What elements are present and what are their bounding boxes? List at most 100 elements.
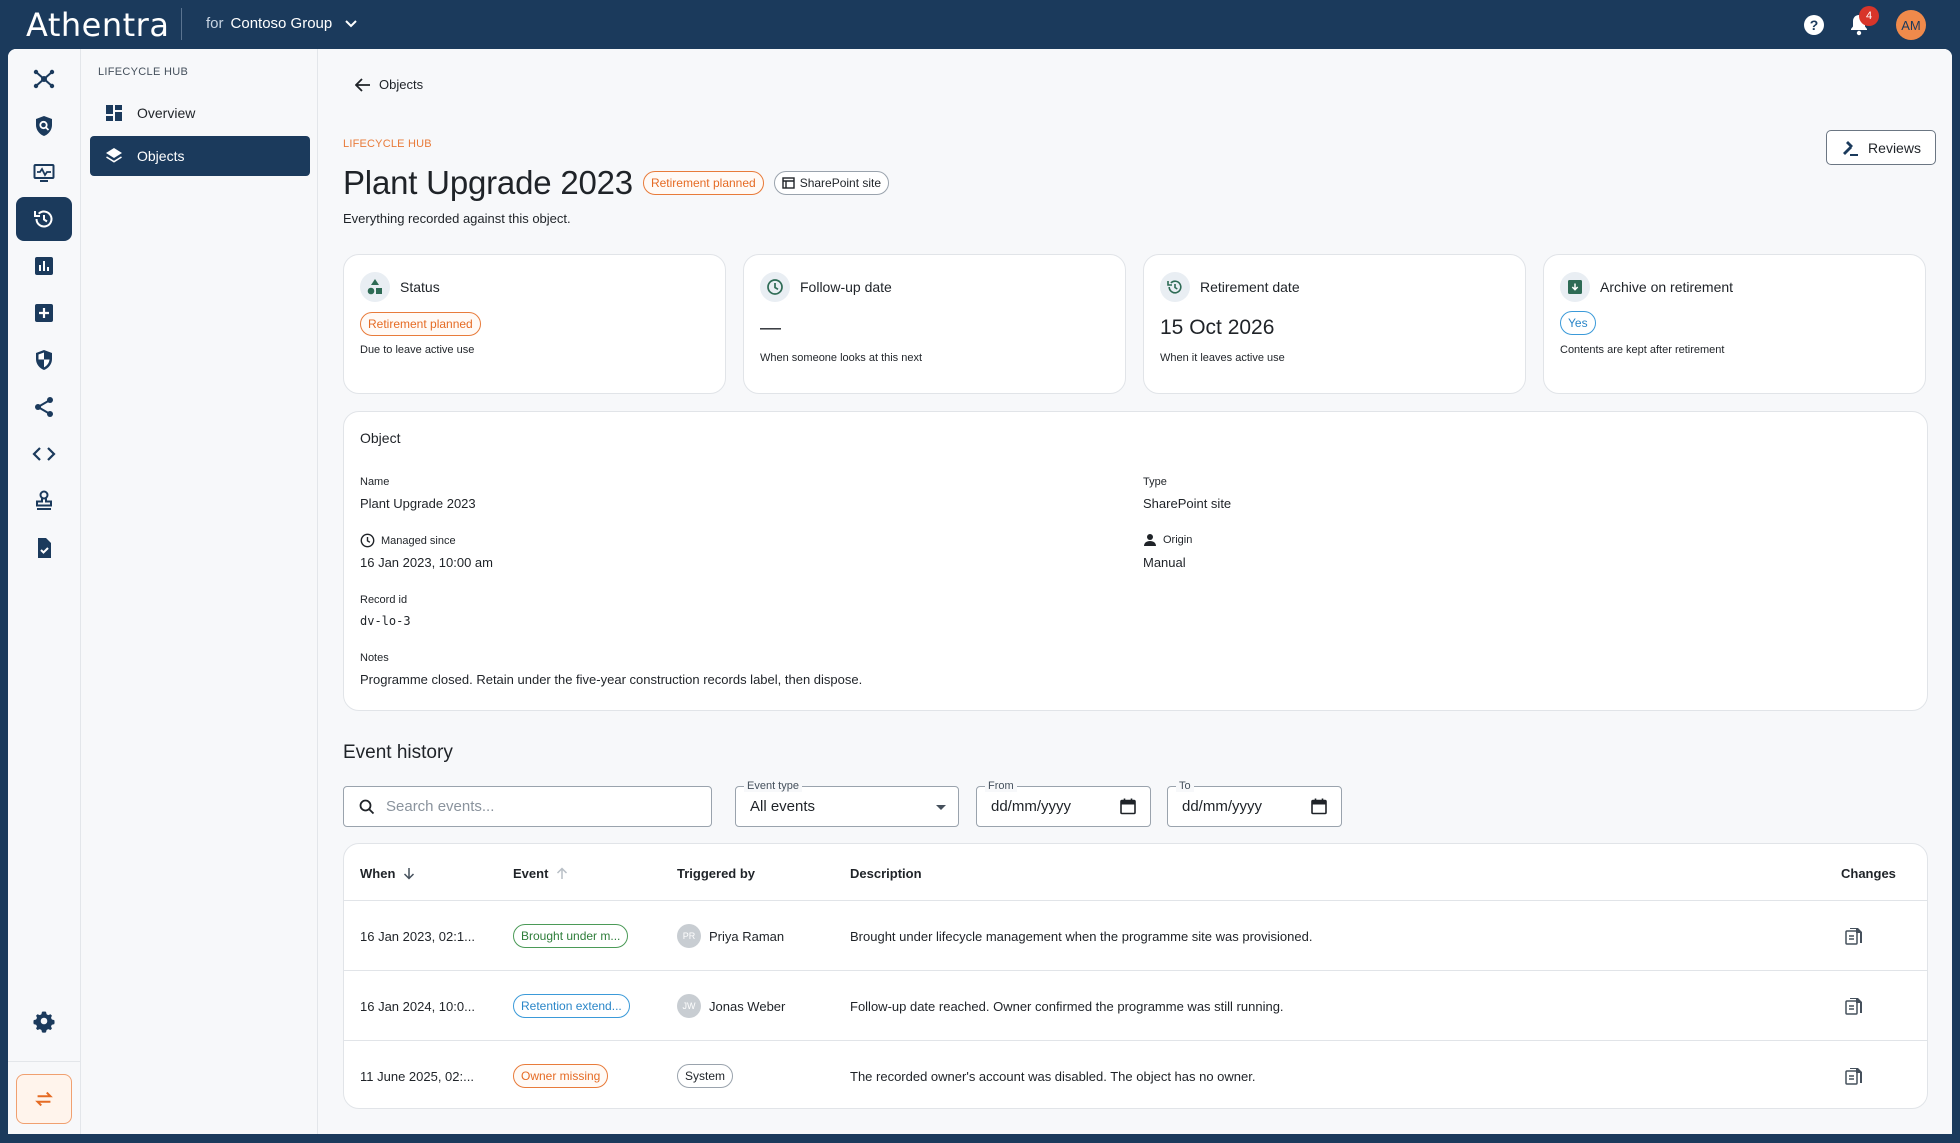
user-name: Priya Raman [709, 928, 785, 944]
bar-chart-icon[interactable] [16, 244, 72, 288]
shield-search-icon[interactable] [16, 104, 72, 148]
hub-icon[interactable] [16, 57, 72, 101]
history-icon [1160, 272, 1190, 302]
reviews-label: Reviews [1868, 139, 1921, 156]
followup-card: Follow-up date — When someone looks at t… [743, 254, 1126, 394]
name-label: Name [360, 476, 390, 488]
calendar-icon[interactable] [1311, 798, 1327, 815]
from-label: From [985, 780, 1017, 792]
column-header-event[interactable]: Event [513, 866, 568, 881]
task-icon[interactable] [16, 526, 72, 570]
notes-value: Programme closed. Retain under the five-… [360, 672, 863, 687]
cell-triggered-by: System [677, 1041, 734, 1111]
share-icon[interactable] [16, 385, 72, 429]
side-nav: LIFECYCLE HUB Overview Objects [82, 49, 318, 1134]
title-row: Plant Upgrade 2023 Retirement planned Sh… [343, 164, 890, 202]
cell-triggered-by: JW Jonas Weber [677, 971, 785, 1041]
retirement-card-value: 15 Oct 2026 [1160, 316, 1275, 339]
event-type-label: Event type [744, 780, 802, 792]
sidebar-item-label: Overview [137, 105, 196, 121]
table-row[interactable]: 16 Jan 2024, 10:0... Retention extend...… [344, 970, 1927, 1040]
archive-card-badge: Yes [1560, 311, 1596, 335]
security-icon[interactable] [16, 338, 72, 382]
followup-card-value: — [760, 316, 781, 339]
retirement-card-note: When it leaves active use [1160, 352, 1285, 364]
app-frame: LIFECYCLE HUB Overview Objects Objects L… [8, 49, 1952, 1134]
status-card: Status Retirement planned Due to leave a… [343, 254, 726, 394]
search-input[interactable]: Search events... [343, 786, 712, 827]
to-date-field[interactable]: To dd/mm/yyyy [1167, 780, 1342, 827]
cell-description: Follow-up date reached. Owner confirmed … [850, 998, 1284, 1014]
add-box-icon[interactable] [16, 291, 72, 335]
svg-text:?: ? [1810, 17, 1819, 33]
table-row[interactable]: 11 June 2025, 02:... Owner missing Syste… [344, 1040, 1927, 1110]
divider [181, 8, 182, 40]
event-badge: Brought under m... [513, 924, 629, 948]
table-row[interactable]: 16 Jan 2023, 02:1... Brought under m... … [344, 900, 1927, 970]
tenant-name: Contoso Group [230, 15, 333, 32]
event-type-select[interactable]: Event type All events [735, 780, 959, 827]
side-nav-title: LIFECYCLE HUB [98, 66, 189, 78]
sidebar-item-label: Objects [137, 148, 185, 164]
code-icon[interactable] [16, 432, 72, 476]
type-label: Type [1143, 476, 1167, 488]
calendar-icon[interactable] [1120, 798, 1136, 815]
from-value: dd/mm/yyyy [991, 798, 1072, 815]
sidebar-item-overview[interactable]: Overview [90, 93, 310, 133]
stamp-icon[interactable] [16, 479, 72, 523]
type-badge-label: SharePoint site [799, 176, 882, 190]
gavel-icon [1843, 140, 1859, 156]
record-label: Record id [360, 594, 408, 606]
followup-card-note: When someone looks at this next [760, 352, 923, 364]
help-icon[interactable]: ? [1802, 13, 1826, 37]
status-badge: Retirement planned [642, 171, 764, 195]
eyebrow: LIFECYCLE HUB [343, 138, 432, 150]
sidebar-item-objects[interactable]: Objects [90, 136, 310, 176]
managed-value: 16 Jan 2023, 10:00 am [360, 555, 493, 570]
swap-icon[interactable] [16, 1074, 72, 1124]
cell-description: The recorded owner's account was disable… [850, 1068, 1256, 1084]
changes-icon[interactable] [1844, 926, 1864, 946]
page-subtitle: Everything recorded against this object. [343, 211, 571, 226]
caret-down-icon [936, 805, 946, 810]
event-badge: Owner missing [513, 1064, 609, 1088]
column-header-when[interactable]: When [360, 866, 415, 881]
followup-card-label: Follow-up date [800, 279, 892, 295]
settings-icon[interactable] [16, 999, 72, 1043]
object-card-title: Object [360, 430, 401, 446]
from-date-field[interactable]: From dd/mm/yyyy [976, 780, 1151, 827]
changes-icon[interactable] [1844, 996, 1864, 1016]
monitor-icon[interactable] [16, 151, 72, 195]
event-type-value: All events [750, 798, 816, 815]
reviews-button[interactable]: Reviews [1826, 130, 1936, 165]
avatar: JW [677, 994, 701, 1018]
back-link[interactable]: Objects [355, 77, 423, 92]
column-header-triggered-by[interactable]: Triggered by [677, 866, 755, 881]
retirement-card: Retirement date 15 Oct 2026 When it leav… [1143, 254, 1526, 394]
object-card: Object Name Plant Upgrade 2023 Managed s… [343, 411, 1928, 711]
user-name: Jonas Weber [709, 998, 786, 1014]
tenant-switcher[interactable]: for Contoso Group [206, 15, 357, 32]
arrow-left-icon [355, 77, 370, 92]
clock-icon [760, 272, 790, 302]
status-card-label: Status [400, 279, 440, 295]
changes-icon[interactable] [1844, 1066, 1864, 1086]
site-icon [781, 177, 795, 189]
cell-when: 16 Jan 2023, 02:1... [360, 928, 475, 944]
event-table: When Event Triggered by Description Chan… [343, 843, 1928, 1109]
app-logo[interactable]: Athentra [26, 6, 169, 44]
user-avatar[interactable]: AM [1896, 10, 1926, 40]
cell-when: 11 June 2025, 02:... [360, 1068, 474, 1084]
arrow-up-icon [557, 867, 568, 879]
search-placeholder: Search events... [386, 798, 495, 815]
clock-icon [360, 533, 375, 548]
rail-divider [8, 1061, 81, 1062]
to-label: To [1176, 780, 1194, 792]
column-header-description[interactable]: Description [850, 866, 922, 881]
retirement-card-label: Retirement date [1200, 279, 1300, 295]
name-value: Plant Upgrade 2023 [360, 496, 476, 511]
type-value: SharePoint site [1143, 496, 1232, 511]
back-label: Objects [379, 77, 424, 92]
archive-card-note: Contents are kept after retirement [1560, 344, 1725, 356]
history-icon[interactable] [16, 197, 72, 241]
